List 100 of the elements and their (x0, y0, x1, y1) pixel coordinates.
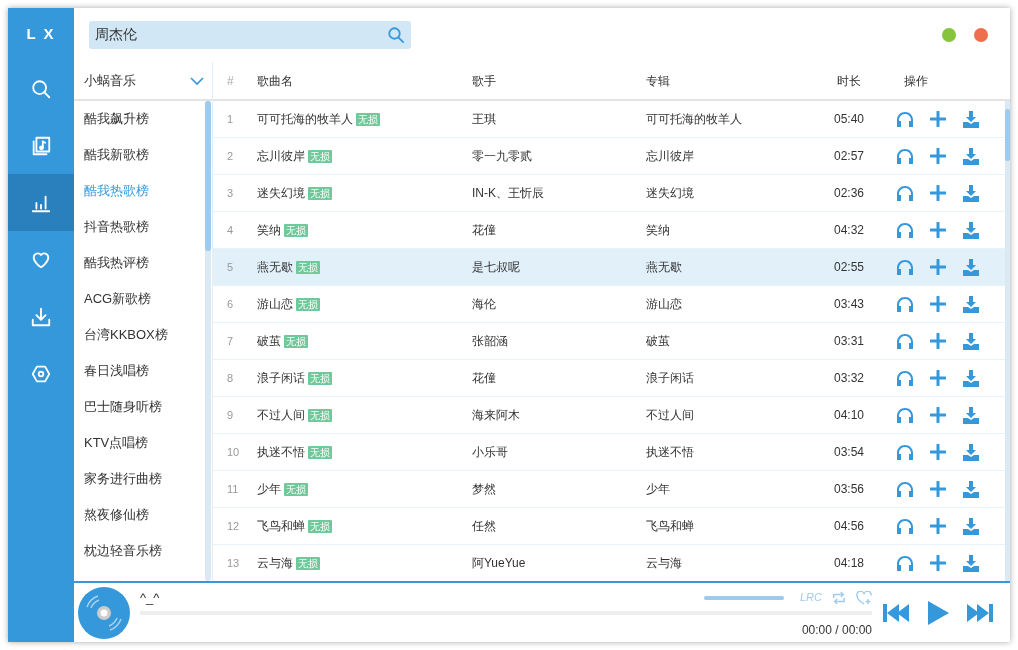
download-icon[interactable] (962, 221, 980, 239)
plus-icon[interactable] (930, 370, 946, 386)
download-icon[interactable] (962, 406, 980, 424)
headphones-icon[interactable] (896, 480, 914, 498)
quality-tag: 无损 (296, 556, 320, 570)
album-cell: 笑纳 (646, 223, 670, 237)
chevron-down-icon[interactable] (190, 75, 204, 86)
plus-icon[interactable] (930, 185, 946, 201)
download-icon[interactable] (962, 295, 980, 313)
plus-icon[interactable] (930, 296, 946, 312)
board-item[interactable]: 抖音热歌榜 (84, 217, 149, 237)
download-icon[interactable] (962, 517, 980, 535)
album-cell: 少年 (646, 482, 670, 496)
search-field[interactable]: 周杰伦 (89, 21, 411, 49)
row-number: 9 (227, 409, 234, 421)
download-icon[interactable] (962, 258, 980, 276)
volume-slider[interactable] (704, 595, 784, 600)
download-icon[interactable] (962, 110, 980, 128)
headphones-icon[interactable] (896, 406, 914, 424)
next-icon[interactable] (964, 601, 994, 624)
plus-icon[interactable] (930, 222, 946, 238)
song-title: 忘川彼岸 (257, 148, 305, 165)
song-row[interactable]: 5 燕无歇 无损 是七叔呢 燕无歇 02:55 (213, 249, 1005, 286)
headphones-icon[interactable] (896, 295, 914, 313)
song-title: 笑纳 (257, 222, 281, 239)
plus-icon[interactable] (930, 555, 946, 571)
download-icon[interactable] (962, 147, 980, 165)
plus-icon[interactable] (930, 518, 946, 534)
quality-tag: 无损 (308, 519, 332, 533)
play-icon[interactable] (926, 599, 950, 626)
headphones-icon[interactable] (896, 554, 914, 572)
quality-tag: 无损 (308, 149, 332, 163)
duration-cell: 03:56 (834, 482, 864, 496)
plus-icon[interactable] (930, 444, 946, 460)
plus-icon[interactable] (930, 148, 946, 164)
album-cell: 云与海 (646, 556, 682, 570)
board-item[interactable]: 台湾KKBOX榜 (84, 325, 168, 345)
board-item[interactable]: ACG新歌榜 (84, 289, 152, 309)
download-icon[interactable] (962, 480, 980, 498)
duration-cell: 03:54 (834, 445, 864, 459)
board-item[interactable]: 巴士随身听榜 (84, 397, 162, 417)
quality-tag: 无损 (308, 371, 332, 385)
plus-icon[interactable] (930, 481, 946, 497)
row-number: 10 (227, 446, 240, 458)
board-item[interactable]: 春日浅唱榜 (84, 361, 149, 381)
heart-plus-icon[interactable] (856, 590, 872, 605)
nav-button[interactable] (8, 174, 74, 231)
download-icon[interactable] (962, 332, 980, 350)
board-item[interactable]: 酷我新歌榜 (84, 145, 149, 165)
headphones-icon[interactable] (896, 110, 914, 128)
plus-icon[interactable] (930, 407, 946, 423)
artist-cell: 花僮 (472, 223, 496, 237)
download-icon (30, 305, 52, 328)
download-icon[interactable] (962, 443, 980, 461)
duration-cell: 04:56 (834, 519, 864, 533)
window-button[interactable] (974, 28, 988, 42)
board-item[interactable]: KTV点唱榜 (84, 433, 149, 453)
board-item[interactable]: 酷我飙升榜 (84, 109, 149, 129)
quality-tag: 无损 (308, 186, 332, 200)
song-title: 云与海 (257, 555, 293, 572)
artist-cell: 是七叔呢 (472, 260, 520, 274)
plus-icon[interactable] (930, 259, 946, 275)
headphones-icon[interactable] (896, 332, 914, 350)
artist-cell: 海来阿木 (472, 408, 520, 422)
plus-icon[interactable] (930, 111, 946, 127)
repeat-icon[interactable] (832, 590, 846, 605)
search-icon[interactable] (387, 26, 405, 44)
song-title: 迷失幻境 (257, 185, 305, 202)
previous-icon[interactable] (882, 601, 912, 624)
headphones-icon[interactable] (896, 443, 914, 461)
album-cell: 游山恋 (646, 297, 682, 311)
scrollbar-thumb[interactable] (1005, 109, 1010, 161)
scrollbar-thumb[interactable] (205, 101, 211, 251)
board-item[interactable]: 枕边轻音乐榜 (84, 541, 162, 561)
headphones-icon[interactable] (896, 147, 914, 165)
headphones-icon[interactable] (896, 517, 914, 535)
window-button[interactable] (942, 28, 956, 42)
headphones-icon[interactable] (896, 221, 914, 239)
plus-icon[interactable] (930, 333, 946, 349)
column-header: 歌曲名 (257, 73, 293, 88)
row-number: 5 (227, 261, 234, 273)
download-icon[interactable] (962, 554, 980, 572)
album-cell: 执迷不悟 (646, 445, 694, 459)
board-item[interactable]: 酷我热评榜 (84, 253, 149, 273)
headphones-icon[interactable] (896, 184, 914, 202)
artist-cell: 张韶涵 (472, 334, 508, 348)
column-header: 操作 (904, 73, 928, 88)
duration-cell: 02:55 (834, 260, 864, 274)
headphones-icon[interactable] (896, 258, 914, 276)
song-title: 燕无歇 (257, 259, 293, 276)
download-icon[interactable] (962, 369, 980, 387)
board-item[interactable]: 熬夜修仙榜 (84, 505, 149, 525)
quality-tag: 无损 (296, 260, 320, 274)
quality-tag: 无损 (284, 482, 308, 496)
source-dropdown[interactable]: 小蜗音乐 (84, 70, 136, 91)
board-item[interactable]: 家务进行曲榜 (84, 469, 162, 489)
row-number: 6 (227, 298, 234, 310)
download-icon[interactable] (962, 184, 980, 202)
headphones-icon[interactable] (896, 369, 914, 387)
duration-cell: 05:40 (834, 112, 864, 126)
